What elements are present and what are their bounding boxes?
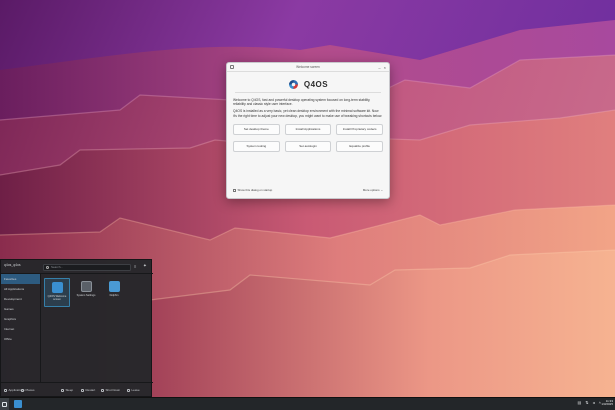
install-codecs-button[interactable]: Install Proprietary codecs: [336, 123, 383, 135]
pin-icon[interactable]: ✦: [143, 263, 147, 269]
taskbar: ▤ ⇅ ◂ ˄ 11:33 1/3/2025: [0, 397, 615, 410]
folder-icon: [108, 281, 120, 292]
close-icon[interactable]: ×: [384, 63, 386, 72]
sleep-icon: [61, 388, 64, 392]
places-label: Places: [25, 388, 35, 392]
category-favorites[interactable]: Favorites: [1, 274, 40, 284]
equalize-profile-button[interactable]: Equalize profile: [336, 140, 383, 152]
restart-label: Restart: [85, 388, 96, 392]
shutdown-label: Shut Down: [105, 388, 121, 392]
show-on-startup-checkbox[interactable]: Show this dialog on startup: [233, 188, 272, 192]
leave-label: Leave: [131, 388, 140, 392]
restart-button[interactable]: Restart: [81, 388, 95, 392]
search-input[interactable]: Search...: [43, 264, 131, 271]
search-placeholder: Search...: [51, 265, 64, 269]
volume-icon[interactable]: ◂: [593, 400, 595, 405]
app-label: Dolphin: [109, 294, 119, 297]
clipboard-icon[interactable]: ▤: [578, 400, 582, 405]
launcher-footer: Applications Places Sleep Restart Shut D…: [1, 382, 153, 398]
more-options-button[interactable]: More options ⌄: [363, 188, 383, 192]
places-tab[interactable]: Places: [21, 388, 35, 392]
application-launcher: q4os_q4os Search... ≡ ✦ Favorites All Ap…: [0, 259, 153, 398]
start-menu-button[interactable]: [0, 398, 9, 410]
applications-icon: [4, 388, 7, 392]
category-list: Favorites All Applications Development G…: [1, 274, 41, 382]
more-options-label: More options: [362, 188, 380, 192]
window-menu-icon[interactable]: [230, 65, 234, 69]
shortcut-buttons: Set desktop theme Install Applications I…: [233, 123, 383, 152]
category-all-applications[interactable]: All Applications: [1, 284, 40, 294]
show-on-startup-label: Show this dialog on startup: [237, 188, 273, 192]
brand-title: Q4OS: [303, 79, 329, 89]
favorites-grid: Q4OS Welcome screen System Settings Dolp…: [42, 274, 152, 382]
clock[interactable]: 11:33 1/3/2025: [601, 399, 613, 407]
category-office[interactable]: Office: [1, 334, 40, 344]
chevron-down-icon: ⌄: [380, 188, 383, 192]
restart-icon: [81, 388, 84, 392]
app-label: Q4OS Welcome screen: [47, 295, 67, 301]
app-dolphin[interactable]: Dolphin: [101, 278, 127, 307]
power-icon: [101, 388, 104, 392]
dialog-header: Q4OS: [235, 76, 381, 93]
places-icon: [21, 388, 24, 392]
leave-button[interactable]: Leave: [127, 388, 140, 392]
q4os-welcome-icon: [51, 282, 63, 293]
checkbox-box[interactable]: [233, 188, 236, 192]
category-development[interactable]: Development: [1, 294, 40, 304]
search-icon: [46, 266, 49, 269]
start-icon: [2, 401, 7, 407]
user-name: q4os_q4os: [4, 263, 21, 267]
app-welcome-screen[interactable]: Q4OS Welcome screen: [44, 278, 70, 307]
install-applications-button[interactable]: Install Applications: [284, 123, 332, 135]
task-welcome-icon[interactable]: [14, 400, 22, 408]
dialog-title: Welcome screen: [296, 65, 320, 69]
category-games[interactable]: Games: [1, 304, 40, 314]
network-icon[interactable]: ⇅: [585, 400, 588, 405]
sleep-label: Sleep: [65, 388, 74, 392]
set-autologin-button[interactable]: Set autologin: [284, 140, 332, 152]
sleep-button[interactable]: Sleep: [61, 388, 73, 392]
leave-icon: [127, 388, 130, 392]
system-tooling-button[interactable]: System tooling: [233, 140, 280, 152]
dialog-titlebar[interactable]: Welcome screen – ×: [227, 63, 389, 72]
q4os-logo-icon: [288, 79, 298, 89]
category-internet[interactable]: Internet: [1, 324, 40, 334]
app-system-settings[interactable]: System Settings: [73, 278, 99, 307]
minimize-icon[interactable]: –: [378, 63, 380, 72]
welcome-body: Q4OS is installed as a very basic, yet c…: [233, 109, 383, 118]
clock-date: 1/3/2025: [601, 402, 613, 407]
set-desktop-theme-button[interactable]: Set desktop theme: [233, 123, 280, 135]
welcome-dialog: Welcome screen – × Q4OS Welcome to Q4OS,…: [226, 62, 390, 199]
settings-icon: [80, 281, 92, 292]
system-tray: ▤ ⇅ ◂ ˄: [578, 400, 602, 405]
configure-icon[interactable]: ≡: [134, 264, 136, 269]
app-label: System Settings: [76, 294, 96, 297]
welcome-intro: Welcome to Q4OS, fast and powerful deskt…: [233, 98, 371, 107]
shutdown-button[interactable]: Shut Down: [101, 388, 120, 392]
category-graphics[interactable]: Graphics: [1, 314, 40, 324]
